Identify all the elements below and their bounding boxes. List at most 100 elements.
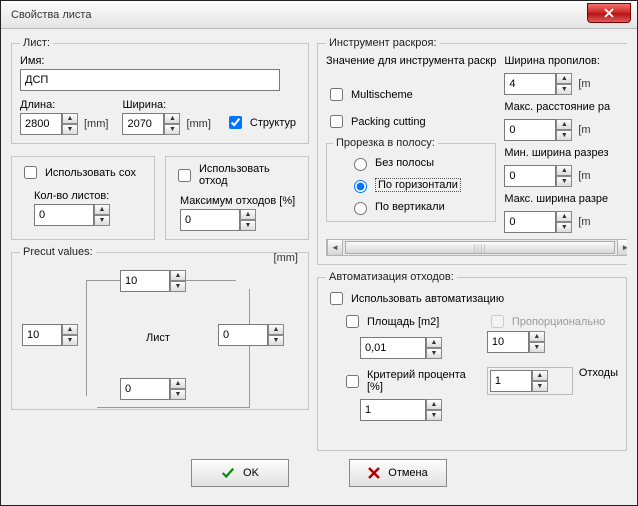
- waste-top-spinner[interactable]: ▲▼: [487, 331, 573, 353]
- width-unit: [mm]: [186, 118, 210, 130]
- precut-right-input[interactable]: [218, 324, 268, 346]
- tool-legend: Инструмент раскроя:: [326, 37, 440, 49]
- name-input[interactable]: [20, 69, 280, 91]
- precut-unit: [mm]: [274, 252, 298, 264]
- radio-none[interactable]: Без полосы: [349, 155, 491, 171]
- length-input[interactable]: [20, 113, 62, 135]
- pct-input[interactable]: [360, 399, 426, 421]
- max-waste-up[interactable]: ▲: [240, 209, 256, 220]
- right-column: Инструмент раскроя: Значение для инструм…: [317, 37, 627, 451]
- use-stock-group: Использовать сох Кол-во листов: ▲▼: [11, 156, 155, 240]
- length-down[interactable]: ▼: [62, 124, 78, 135]
- precut-center-label: Лист: [146, 332, 170, 344]
- precut-legend: Precut values:: [20, 246, 96, 258]
- length-spinner[interactable]: ▲▼: [20, 113, 78, 135]
- width-label: Ширина:: [122, 99, 210, 111]
- cancel-button[interactable]: Отмена: [349, 459, 447, 487]
- name-label: Имя:: [20, 55, 300, 67]
- max-waste-input[interactable]: [180, 209, 240, 231]
- width-up[interactable]: ▲: [164, 113, 180, 124]
- use-waste-group: Использовать отход Максимум отходов [%] …: [165, 156, 309, 240]
- area-checkbox[interactable]: [346, 315, 359, 328]
- area-input[interactable]: [360, 337, 426, 359]
- multischeme-checkbox[interactable]: [330, 88, 343, 101]
- kerf-spinner[interactable]: ▲▼: [504, 73, 572, 95]
- stock-count-input[interactable]: [34, 204, 94, 226]
- tool-group: Инструмент раскроя: Значение для инструм…: [317, 37, 627, 265]
- area-spinner[interactable]: ▲▼: [360, 337, 477, 359]
- left-column: Лист: Имя: Длина: ▲▼ [mm]: [11, 37, 309, 451]
- structure-label: Структур: [250, 117, 296, 129]
- pct-checkbox[interactable]: [346, 375, 359, 388]
- max-waste-label: Максимум отходов [%]: [180, 195, 300, 207]
- precut-left-spinner[interactable]: ▲▼: [22, 324, 78, 346]
- use-stock-checkbox[interactable]: [24, 166, 37, 179]
- precut-top-input[interactable]: [120, 270, 170, 292]
- max-waste-down[interactable]: ▼: [240, 220, 256, 231]
- maxdist-input[interactable]: [504, 119, 556, 141]
- window-title: Свойства листа: [11, 9, 91, 21]
- scroll-right-icon[interactable]: ►: [617, 240, 627, 255]
- precut-right-spinner[interactable]: ▲▼: [218, 324, 284, 346]
- maxcut-input[interactable]: [504, 211, 556, 233]
- tool-scrollbar[interactable]: ◄ |||| ►: [326, 239, 627, 256]
- auto-legend: Автоматизация отходов:: [326, 271, 457, 283]
- width-down[interactable]: ▼: [164, 124, 180, 135]
- scroll-thumb[interactable]: ||||: [345, 241, 615, 254]
- length-up[interactable]: ▲: [62, 113, 78, 124]
- kerf-input[interactable]: [504, 73, 556, 95]
- waste-bot-spinner[interactable]: ▲▼: [490, 370, 570, 392]
- button-bar: OK Отмена: [11, 451, 627, 499]
- precut-left-input[interactable]: [22, 324, 62, 346]
- auto-group: Автоматизация отходов: Использовать авто…: [317, 271, 627, 451]
- prop-checkbox: [491, 315, 504, 328]
- radio-horizontal[interactable]: По горизонтали: [349, 177, 491, 193]
- use-auto-checkbox[interactable]: [330, 292, 343, 305]
- stock-count-spinner[interactable]: ▲▼: [34, 204, 146, 226]
- mincut-spinner[interactable]: ▲▼: [504, 165, 572, 187]
- precut-top-spinner[interactable]: ▲▼: [120, 270, 186, 292]
- use-auto-label: Использовать автоматизацию: [351, 293, 504, 305]
- mincut-label: Мин. ширина разрез: [504, 147, 627, 159]
- pct-label: Критерий процента [%]: [367, 369, 477, 393]
- prop-label: Пропорционально: [512, 316, 605, 328]
- maxcut-spinner[interactable]: ▲▼: [504, 211, 572, 233]
- close-icon: [604, 8, 614, 18]
- check-icon: [221, 466, 235, 480]
- area-label: Площадь [m2]: [367, 316, 439, 328]
- use-waste-checkbox[interactable]: [178, 169, 191, 182]
- width-input[interactable]: [122, 113, 164, 135]
- packing-checkbox[interactable]: [330, 115, 343, 128]
- use-waste-label: Использовать отход: [199, 163, 300, 187]
- strip-legend: Прорезка в полосу:: [333, 137, 438, 149]
- precut-group: Precut values: Лист ▲▼ ▲▼ ▲▼ ▲▼ [mm]: [11, 246, 309, 410]
- width-spinner[interactable]: ▲▼: [122, 113, 180, 135]
- waste-label: Отходы: [579, 367, 618, 379]
- stock-count-label: Кол-во листов:: [34, 190, 146, 202]
- use-stock-label: Использовать сох: [45, 167, 136, 179]
- strip-group: Прорезка в полосу: Без полосы По горизон…: [326, 137, 496, 222]
- stock-count-down[interactable]: ▼: [94, 215, 110, 226]
- pct-spinner[interactable]: ▲▼: [360, 399, 477, 421]
- precut-bottom-spinner[interactable]: ▲▼: [120, 378, 186, 400]
- packing-label: Packing cutting: [351, 116, 426, 128]
- structure-checkbox[interactable]: [229, 116, 242, 129]
- ok-button[interactable]: OK: [191, 459, 289, 487]
- stock-count-up[interactable]: ▲: [94, 204, 110, 215]
- max-waste-spinner[interactable]: ▲▼: [180, 209, 300, 231]
- mincut-input[interactable]: [504, 165, 556, 187]
- maxcut-label: Макс. ширина разре: [504, 193, 627, 205]
- waste-top-input[interactable]: [487, 331, 529, 353]
- titlebar: Свойства листа: [1, 1, 637, 29]
- length-label: Длина:: [20, 99, 108, 111]
- close-button[interactable]: [587, 3, 631, 23]
- sheet-group: Лист: Имя: Длина: ▲▼ [mm]: [11, 37, 309, 144]
- maxdist-label: Макс. расстояние ра: [504, 101, 627, 113]
- radio-vertical[interactable]: По вертикали: [349, 199, 491, 215]
- precut-bottom-input[interactable]: [120, 378, 170, 400]
- scroll-left-icon[interactable]: ◄: [327, 240, 343, 255]
- waste-bot-input[interactable]: [490, 370, 532, 392]
- window-frame: Свойства листа Лист: Имя: Длина:: [0, 0, 638, 506]
- maxdist-spinner[interactable]: ▲▼: [504, 119, 572, 141]
- waste-frame: ▲▼: [487, 367, 573, 395]
